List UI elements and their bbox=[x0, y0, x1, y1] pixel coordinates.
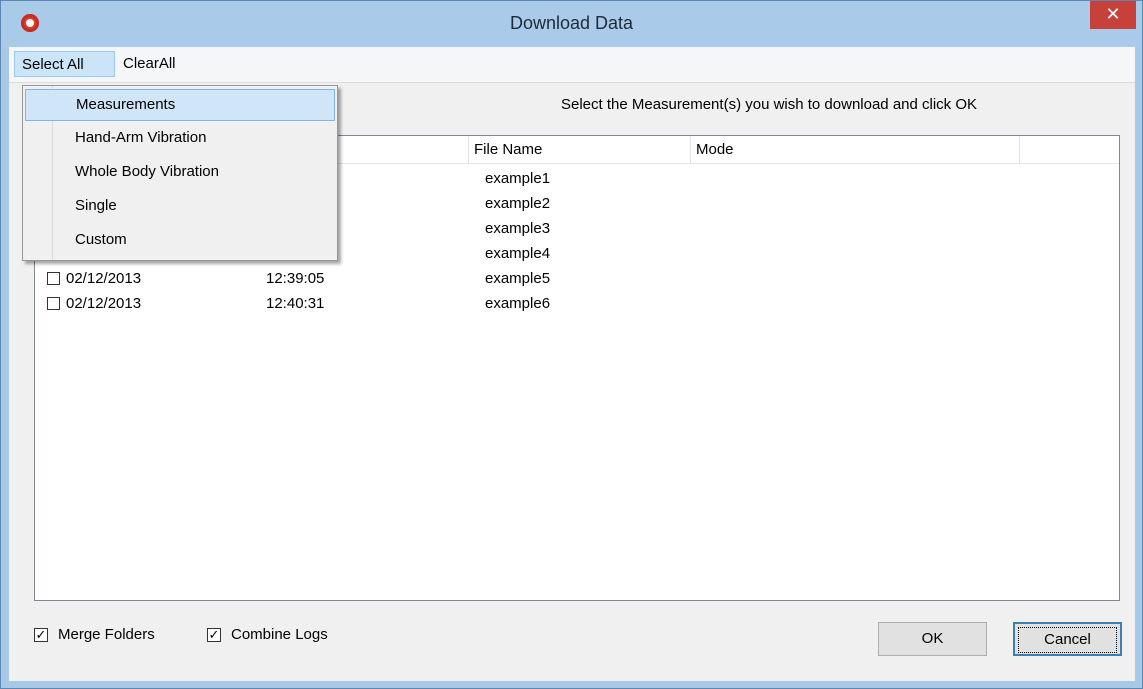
row-file-name: example6 bbox=[485, 295, 551, 312]
menu-item-measurements[interactable]: Measurements bbox=[25, 89, 335, 121]
row-checkbox[interactable] bbox=[47, 272, 60, 285]
row-file-name: example1 bbox=[485, 170, 551, 187]
combine-logs-label: Combine Logs bbox=[231, 626, 328, 643]
row-time: 12:39:05 bbox=[266, 270, 325, 287]
merge-folders-label: Merge Folders bbox=[58, 626, 155, 643]
menu-bar: Select All ClearAll bbox=[9, 47, 1135, 83]
column-header-file-name[interactable]: File Name bbox=[469, 136, 691, 163]
row-date: 02/12/2013 bbox=[66, 270, 142, 287]
combine-logs-checkbox[interactable]: ✓ bbox=[207, 628, 221, 642]
menu-item-whole-body-vibration[interactable]: Whole Body Vibration bbox=[25, 156, 335, 188]
close-button[interactable]: ✕ bbox=[1090, 1, 1136, 29]
row-file-name: example2 bbox=[485, 195, 551, 212]
menu-item-single[interactable]: Single bbox=[25, 190, 335, 222]
select-all-dropdown-menu: Measurements Hand-Arm Vibration Whole Bo… bbox=[22, 85, 338, 261]
download-data-window: Download Data ✕ Select All ClearAll Sele… bbox=[0, 0, 1143, 689]
table-row[interactable]: 02/12/2013 12:39:05 example5 bbox=[45, 267, 1105, 291]
row-checkbox[interactable] bbox=[47, 297, 60, 310]
cancel-button-label: Cancel bbox=[1018, 627, 1117, 653]
window-title: Download Data bbox=[509, 13, 634, 33]
row-file-name: example4 bbox=[485, 245, 551, 262]
close-icon: ✕ bbox=[1105, 4, 1121, 24]
title-bar[interactable]: Download Data ✕ bbox=[1, 1, 1142, 47]
column-header-mode[interactable]: Mode bbox=[691, 136, 1020, 163]
menu-select-all[interactable]: Select All bbox=[14, 51, 115, 77]
row-file-name: example5 bbox=[485, 270, 551, 287]
merge-folders-checkbox[interactable]: ✓ bbox=[34, 628, 48, 642]
cancel-button[interactable]: Cancel bbox=[1013, 622, 1122, 656]
row-date: 02/12/2013 bbox=[66, 295, 142, 312]
instruction-text: Select the Measurement(s) you wish to do… bbox=[560, 96, 978, 113]
menu-clear-all[interactable]: ClearAll bbox=[116, 51, 196, 77]
menu-item-custom[interactable]: Custom bbox=[25, 224, 335, 256]
ok-button[interactable]: OK bbox=[878, 622, 987, 656]
column-header-extra[interactable] bbox=[1020, 136, 1119, 163]
row-file-name: example3 bbox=[485, 220, 551, 237]
table-row[interactable]: 02/12/2013 12:40:31 example6 bbox=[45, 292, 1105, 316]
menu-item-hand-arm-vibration[interactable]: Hand-Arm Vibration bbox=[25, 122, 335, 154]
dialog-body: Select All ClearAll Select the Measureme… bbox=[9, 47, 1135, 681]
row-time: 12:40:31 bbox=[266, 295, 325, 312]
